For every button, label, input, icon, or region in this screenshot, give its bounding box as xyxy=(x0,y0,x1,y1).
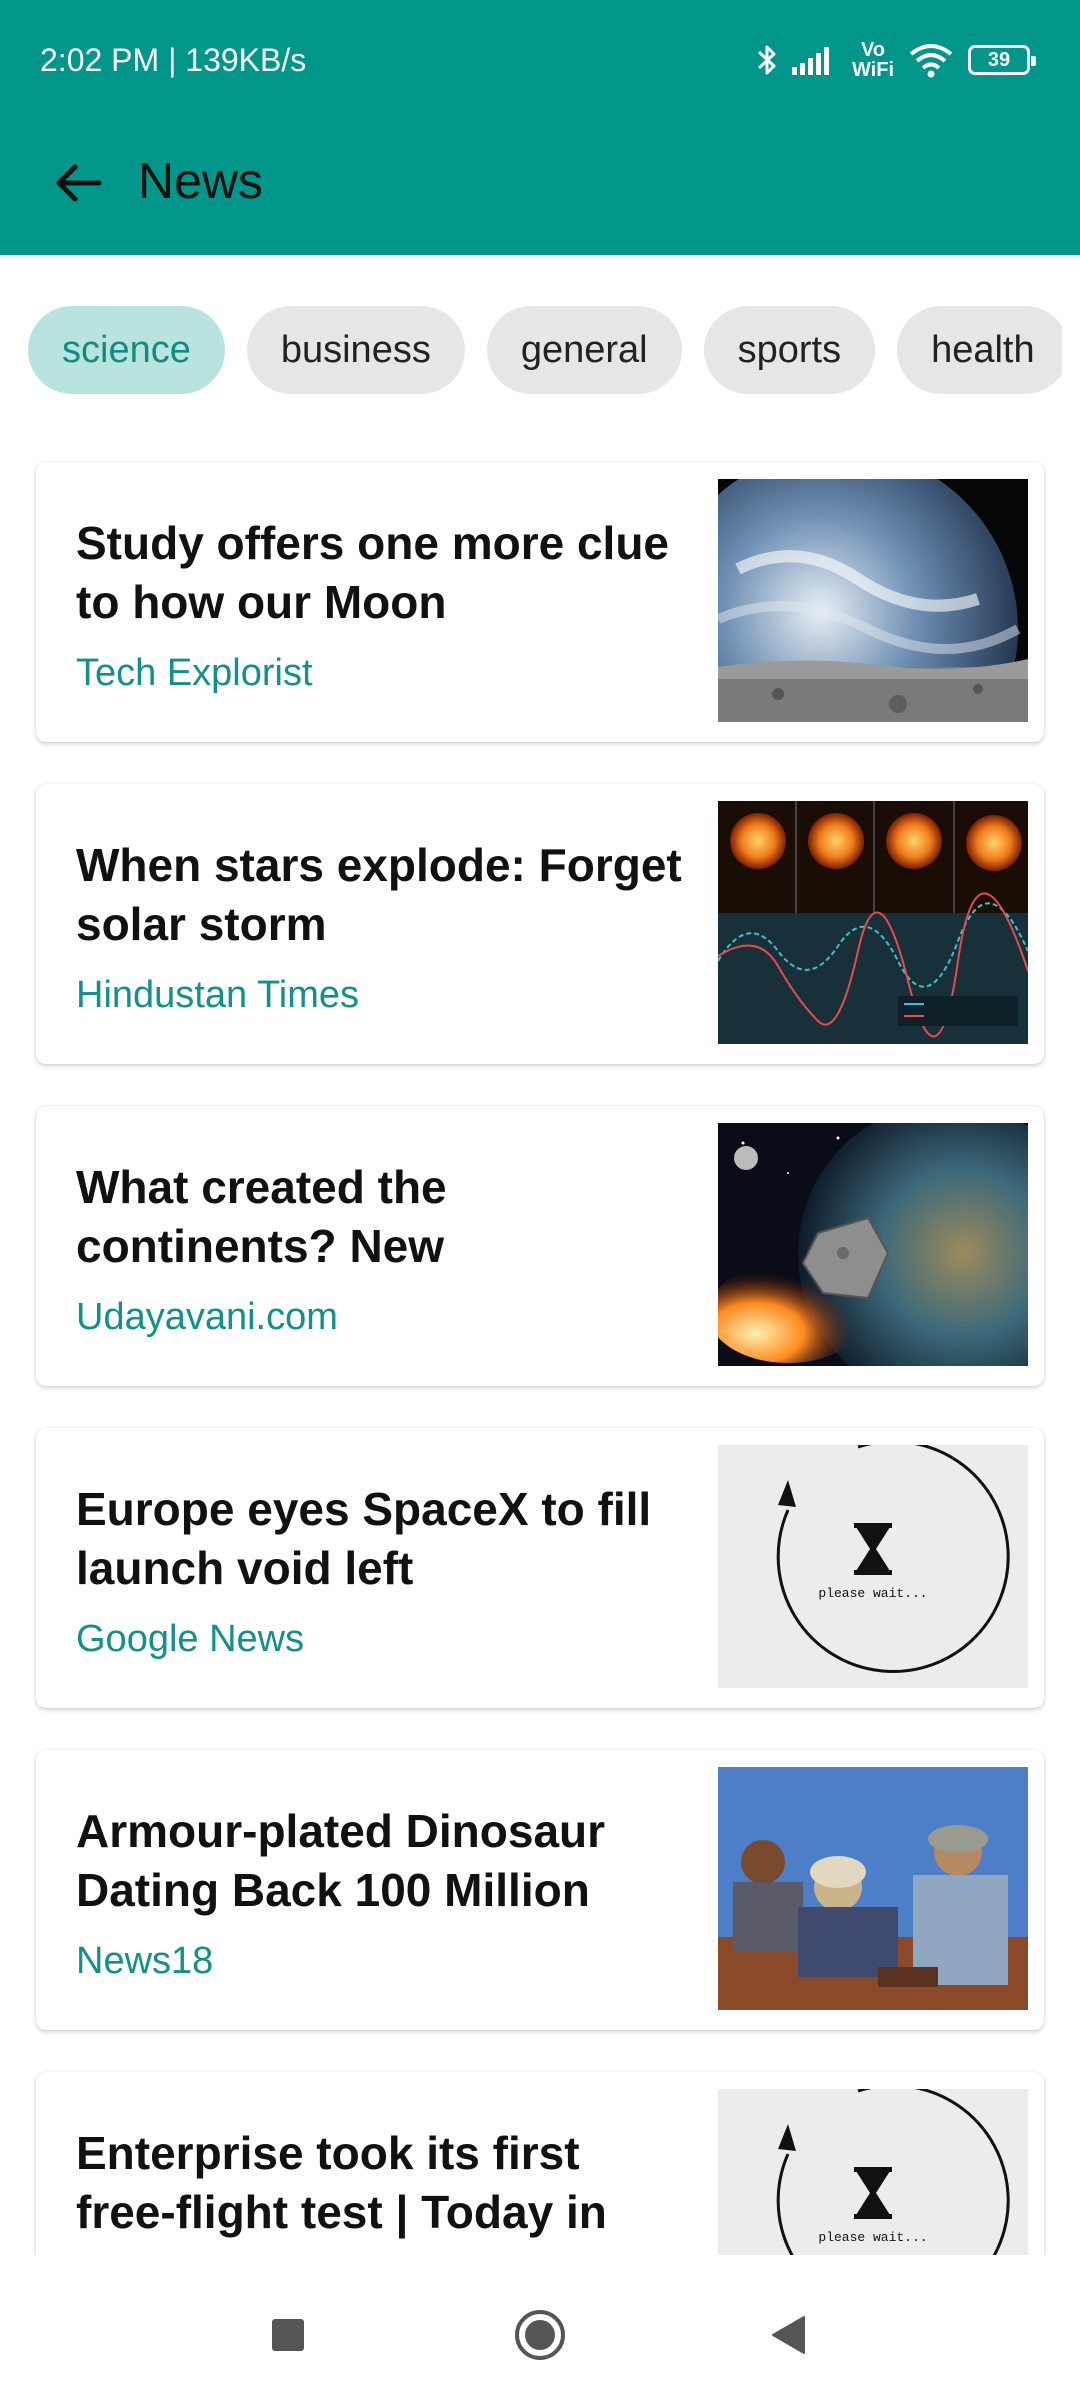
earth-moon-image xyxy=(718,479,1028,722)
article-title: Armour-plated Dinosaur Dating Back 100 M… xyxy=(76,1805,606,1916)
vowifi-bottom: WiFi xyxy=(851,59,894,81)
chip-science[interactable]: science xyxy=(28,306,225,394)
article-title: Study offers one more clue to how our Mo… xyxy=(76,517,670,628)
news-card[interactable]: Study offers one more clue to how our Mo… xyxy=(36,462,1044,742)
news-card[interactable]: What created the continents? New Udayava… xyxy=(36,1106,1044,1386)
scientists-dig-image xyxy=(718,1767,1028,2010)
chip-business[interactable]: business xyxy=(246,306,465,394)
article-title: What created the continents? New xyxy=(76,1161,447,1272)
loading-placeholder-image: please wait... xyxy=(718,1445,1028,1688)
article-title: Europe eyes SpaceX to fill launch void l… xyxy=(76,1483,652,1594)
status-icons: Vo WiFi 39 xyxy=(756,40,1036,80)
article-image: please wait... xyxy=(718,2089,1028,2255)
square-icon xyxy=(272,2319,304,2351)
vowifi-icon: Vo WiFi xyxy=(852,40,894,80)
asteroid-earth-image xyxy=(718,1123,1028,1366)
news-feed[interactable]: Study offers one more clue to how our Mo… xyxy=(0,460,1080,2255)
article-image xyxy=(718,479,1028,722)
wifi-icon xyxy=(909,44,953,78)
article-image xyxy=(718,1767,1028,2010)
article-image: please wait... xyxy=(718,1445,1028,1688)
status-time: 2:02 PM | 139KB/s xyxy=(40,42,307,78)
article-title: When stars explode: Forget solar storm xyxy=(76,839,682,950)
chip-general[interactable]: general xyxy=(486,306,682,394)
please-wait-text: please wait... xyxy=(818,1586,927,1601)
please-wait-text: please wait... xyxy=(818,2230,927,2245)
battery-level: 39 xyxy=(987,48,1011,71)
circle-home-icon xyxy=(515,2310,565,2360)
bluetooth-icon xyxy=(757,45,776,75)
category-chips: science business general sports health xyxy=(28,306,1062,394)
news-card[interactable]: When stars explode: Forget solar storm H… xyxy=(36,784,1044,1064)
back-button[interactable] xyxy=(40,145,115,220)
app-bar: 2:02 PM | 139KB/s Vo WiFi 39 News xyxy=(0,0,1080,255)
article-source: Udayavani.com xyxy=(76,1296,338,1338)
news-card[interactable]: Enterprise took its first free-flight te… xyxy=(36,2072,1044,2255)
article-image xyxy=(718,801,1028,1044)
loading-placeholder-image: please wait... xyxy=(718,2089,1028,2255)
article-source: Google News xyxy=(76,1618,305,1660)
recents-button[interactable] xyxy=(253,2300,323,2370)
article-source: Hindustan Times xyxy=(76,974,360,1016)
chip-sports[interactable]: sports xyxy=(703,306,876,394)
news-card[interactable]: Armour-plated Dinosaur Dating Back 100 M… xyxy=(36,1750,1044,2030)
home-button[interactable] xyxy=(505,2300,575,2370)
signal-icon xyxy=(791,47,829,75)
battery-icon: 39 xyxy=(968,45,1036,75)
chip-health[interactable]: health xyxy=(897,306,1062,394)
article-image xyxy=(718,1123,1028,1366)
article-title: Enterprise took its first free-flight te… xyxy=(76,2127,607,2238)
article-source: Tech Explorist xyxy=(76,652,313,694)
page-title: News xyxy=(138,153,264,209)
star-brightness-chart-image xyxy=(718,801,1028,1044)
system-nav-bar xyxy=(0,2270,1080,2400)
arrow-back-icon xyxy=(56,164,101,201)
vowifi-top: Vo xyxy=(860,39,886,61)
news-card[interactable]: Europe eyes SpaceX to fill launch void l… xyxy=(36,1428,1044,1708)
triangle-back-icon xyxy=(772,2316,805,2354)
article-source: News18 xyxy=(76,1940,214,1982)
nav-back-button[interactable] xyxy=(753,2300,823,2370)
